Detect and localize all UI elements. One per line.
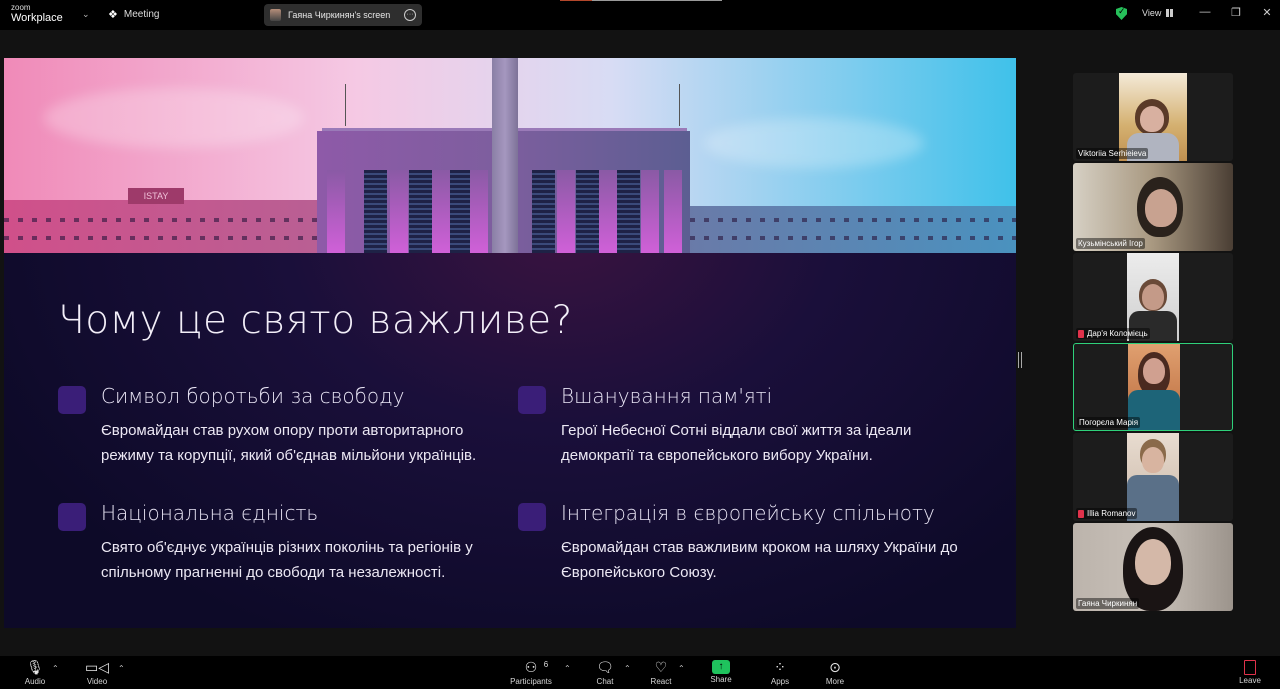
apps-label: Apps — [770, 677, 790, 686]
participants-label: Participants — [510, 677, 552, 686]
top-progress-fill — [560, 0, 593, 1]
participants-options-caret-icon[interactable]: ⌃ — [564, 664, 571, 673]
point-heading: Інтеграція в європейську спільноту — [561, 501, 935, 525]
participants-icon: ⚇ 6 — [525, 658, 548, 676]
participants-count: 6 — [543, 660, 549, 669]
meeting-label: Meeting — [123, 9, 160, 20]
video-button[interactable]: ▭◁ Video — [70, 658, 124, 686]
chat-label: Chat — [596, 677, 614, 686]
meeting-icon: ❖ — [108, 9, 118, 21]
muted-mic-icon — [1078, 509, 1084, 518]
more-label: More — [825, 677, 845, 686]
leave-button[interactable]: Leave — [1223, 658, 1277, 685]
grid-view-icon — [1166, 9, 1175, 17]
point-body: Євромайдан став важливим кроком на шляху… — [561, 539, 958, 581]
screen-share-indicator[interactable]: Гаяна Чиркинян's screen ··· — [264, 4, 422, 26]
point-heading: Символ боротьби за свободу — [101, 384, 405, 408]
participant-name-label: Viktoriia Serhieieva — [1076, 148, 1149, 159]
video-label: Video — [86, 677, 108, 686]
participants-button[interactable]: ⚇ 6 Participants — [504, 658, 558, 686]
chat-icon: 🗨︎ — [596, 659, 614, 675]
react-options-caret-icon[interactable]: ⌃ — [678, 664, 685, 673]
logo-workplace-text: Workplace — [11, 12, 63, 24]
bullet-square-icon — [518, 503, 546, 531]
point-heading: Вшанування пам'яті — [561, 384, 773, 408]
slide-title: Чому це свято важливе? — [58, 298, 573, 343]
leave-door-icon — [1244, 660, 1256, 675]
participant-name-label: Кузьмінський Ігор — [1076, 238, 1145, 249]
muted-mic-icon — [1078, 329, 1084, 338]
logo-zoom-text: zoom — [11, 3, 31, 12]
participant-name-label: Illia Romanov — [1076, 508, 1138, 519]
react-label: React — [650, 677, 672, 686]
heart-icon: ♡ — [654, 659, 668, 675]
zoom-workplace-logo: zoom Workplace — [11, 4, 63, 24]
view-label: View — [1142, 8, 1162, 18]
security-shield-icon[interactable] — [1116, 7, 1127, 20]
bullet-square-icon — [518, 386, 546, 414]
bullet-square-icon — [58, 386, 86, 414]
splitter-drag-handle[interactable] — [1018, 352, 1022, 368]
share-label: Share — [710, 675, 732, 684]
banner-sign: ISTAY — [128, 188, 184, 204]
slide-banner-image: ISTAY — [4, 58, 1016, 253]
top-progress-bar — [560, 0, 722, 1]
participant-tile[interactable]: Гаяна Чиркинян — [1073, 523, 1233, 611]
title-bar: zoom Workplace ⌄ ❖ Meeting Гаяна Чиркиня… — [0, 0, 1280, 30]
apps-icon: ⁘ — [774, 659, 786, 675]
point-body: Свято об'єднує українців різних поколінь… — [101, 539, 473, 581]
apps-button[interactable]: ⁘ Apps — [753, 658, 807, 686]
participant-tile[interactable]: Viktoriia Serhieieva — [1073, 73, 1233, 161]
chat-options-caret-icon[interactable]: ⌃ — [624, 664, 631, 673]
point-body: Герої Небесної Сотні віддали свої життя … — [561, 422, 912, 464]
point-heading: Національна єдність — [101, 501, 319, 525]
leave-label: Leave — [1239, 676, 1261, 685]
share-button[interactable]: ↑ Share — [694, 658, 748, 684]
participant-tile-active-speaker[interactable]: Погорєла Марія — [1073, 343, 1233, 431]
chevron-down-icon[interactable]: ⌄ — [82, 9, 90, 20]
bullet-square-icon — [58, 503, 86, 531]
participant-tile[interactable]: Illia Romanov — [1073, 433, 1233, 521]
more-options-icon[interactable]: ··· — [404, 9, 416, 21]
meeting-toolbar: 🎙︎ Audio ⌃ ▭◁ Video ⌃ ⚇ 6 Participants ⌃ … — [0, 656, 1280, 689]
participant-name-label: Гаяна Чиркинян — [1076, 598, 1140, 609]
participant-tile[interactable]: Дар'я Коломієць — [1073, 253, 1233, 341]
participant-name-label: Погорєла Марія — [1077, 417, 1141, 428]
meeting-menu[interactable]: ❖ Meeting — [108, 8, 159, 21]
sharer-avatar — [270, 9, 281, 21]
participant-name-label: Дар'я Коломієць — [1076, 328, 1150, 339]
share-screen-icon: ↑ — [712, 660, 730, 674]
audio-label: Audio — [24, 677, 46, 686]
view-button[interactable]: View — [1142, 8, 1175, 18]
video-options-caret-icon[interactable]: ⌃ — [118, 664, 125, 673]
more-button[interactable]: ⊙ More — [808, 658, 862, 686]
restore-icon[interactable]: ❐ — [1228, 6, 1244, 19]
microphone-icon: 🎙︎ — [26, 659, 44, 675]
screen-share-label: Гаяна Чиркинян's screen — [288, 10, 391, 20]
audio-options-caret-icon[interactable]: ⌃ — [52, 664, 59, 673]
shared-slide: ISTAY Чому це свято важливе? Символ боро… — [4, 58, 1016, 628]
video-camera-icon: ▭◁ — [85, 659, 109, 675]
more-icon: ⊙ — [829, 659, 841, 675]
point-body: Євромайдан став рухом опору проти автори… — [101, 422, 477, 464]
minimize-icon[interactable]: — — [1197, 6, 1213, 18]
participant-tile[interactable]: Кузьмінський Ігор — [1073, 163, 1233, 251]
close-icon[interactable]: ✕ — [1259, 6, 1275, 19]
